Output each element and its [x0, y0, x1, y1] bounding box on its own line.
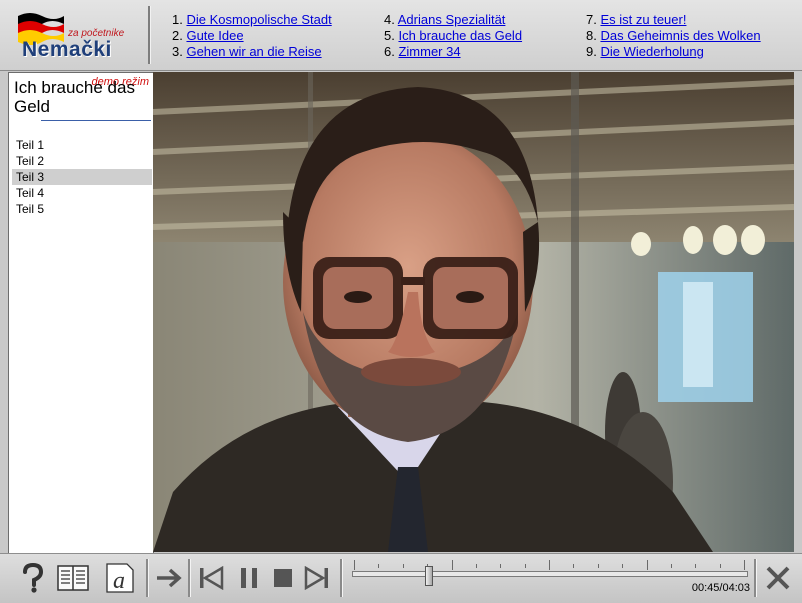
- chapter-number: 4.: [384, 12, 395, 27]
- pause-button[interactable]: [234, 562, 264, 594]
- chapter-2: 2. Gute Idee: [172, 28, 244, 44]
- player-toolbar: a: [0, 553, 802, 603]
- help-icon: [23, 563, 44, 593]
- video-frame[interactable]: [153, 72, 794, 552]
- app-logo: za početnike Nemački: [12, 8, 140, 64]
- pause-icon: [241, 568, 257, 588]
- seek-tick: [573, 564, 575, 568]
- seek-tick: [622, 564, 624, 568]
- chapter-link-3[interactable]: Gehen wir an die Reise: [186, 44, 321, 59]
- chapter-number: 5.: [384, 28, 395, 43]
- skip-back-icon: [200, 566, 224, 590]
- svg-text:a: a: [113, 568, 125, 594]
- chapter-link-9[interactable]: Die Wiederholung: [600, 44, 703, 59]
- seek-tick: [597, 564, 599, 568]
- stop-icon: [274, 569, 292, 587]
- text-button[interactable]: a: [104, 562, 136, 594]
- toolbar-separator: [340, 559, 343, 597]
- close-icon: [766, 566, 790, 590]
- chapter-4: 4. Adrians Spezialität: [384, 12, 505, 28]
- text-a-icon: a: [106, 563, 134, 594]
- logo-title: Nemački: [22, 38, 112, 61]
- seek-tick: [475, 564, 477, 568]
- seek-tick: [378, 564, 380, 568]
- part-item-1[interactable]: Teil 1: [12, 137, 152, 153]
- book-icon: [57, 565, 89, 591]
- chapter-6: 6. Zimmer 34: [384, 44, 461, 60]
- chapter-link-2[interactable]: Gute Idee: [186, 28, 243, 43]
- header: za početnike Nemački 1. Die Kosmopolisch…: [0, 0, 802, 71]
- seek-tick: [744, 560, 745, 570]
- seek-tick: [646, 560, 648, 570]
- seek-thumb[interactable]: [424, 566, 433, 586]
- toolbar-separator: [146, 559, 149, 597]
- chapter-number: 7.: [586, 12, 597, 27]
- chapter-number: 3.: [172, 44, 183, 59]
- chapter-number: 8.: [586, 28, 597, 43]
- seek-tick: [549, 560, 550, 570]
- chapter-link-7[interactable]: Es ist zu teuer!: [600, 12, 686, 27]
- seek-tick: [670, 564, 672, 568]
- chapter-9: 9. Die Wiederholung: [586, 44, 704, 60]
- seek-tick: [451, 560, 453, 570]
- chapter-link-8[interactable]: Das Geheimnis des Wolken: [600, 28, 760, 43]
- stop-button[interactable]: [268, 562, 298, 594]
- video-still: [153, 72, 794, 552]
- skip-forward-icon: [304, 566, 328, 590]
- header-divider: [148, 6, 151, 64]
- part-item-5[interactable]: Teil 5: [12, 201, 152, 217]
- arrow-right-icon: [157, 568, 182, 588]
- part-item-2[interactable]: Teil 2: [12, 153, 152, 169]
- rewind-button[interactable]: [196, 562, 226, 594]
- seek-bar[interactable]: [352, 571, 748, 577]
- dictionary-button[interactable]: [56, 562, 90, 594]
- next-button[interactable]: [154, 562, 184, 594]
- chapter-5: 5. Ich brauche das Geld: [384, 28, 522, 44]
- chapter-link-6[interactable]: Zimmer 34: [398, 44, 460, 59]
- part-item-4[interactable]: Teil 4: [12, 185, 152, 201]
- chapter-link-1[interactable]: Die Kosmopolische Stadt: [186, 12, 331, 27]
- toolbar-separator: [188, 559, 191, 597]
- help-button[interactable]: [18, 562, 48, 594]
- forward-button[interactable]: [302, 562, 332, 594]
- chapter-number: 6.: [384, 44, 395, 59]
- chapter-7: 7. Es ist zu teuer!: [586, 12, 686, 28]
- chapter-number: 2.: [172, 28, 183, 43]
- chapter-3: 3. Gehen wir an die Reise: [172, 44, 322, 60]
- part-item-3[interactable]: Teil 3: [12, 169, 152, 185]
- parts-list: Teil 1 Teil 2 Teil 3 Teil 4 Teil 5: [12, 137, 152, 217]
- toolbar-separator: [754, 559, 757, 597]
- title-underline: [41, 120, 151, 121]
- chapter-number: 9.: [586, 44, 597, 59]
- close-button[interactable]: [762, 562, 794, 594]
- seek-tick: [524, 564, 526, 568]
- seek-tick: [402, 564, 404, 568]
- seek-tick: [354, 560, 355, 570]
- lesson-title: Ich brauche das Geld: [14, 78, 135, 116]
- time-display: 00:45/04:03: [691, 582, 750, 594]
- seek-tick: [719, 564, 721, 568]
- lesson-panel: demo režim Ich brauche das Geld Teil 1 T…: [8, 72, 154, 554]
- chapter-8: 8. Das Geheimnis des Wolken: [586, 28, 761, 44]
- chapter-link-4[interactable]: Adrians Spezialität: [398, 12, 506, 27]
- chapter-link-5[interactable]: Ich brauche das Geld: [398, 28, 522, 43]
- seek-tick: [500, 564, 502, 568]
- chapter-number: 1.: [172, 12, 183, 27]
- chapter-1: 1. Die Kosmopolische Stadt: [172, 12, 332, 28]
- seek-tick: [695, 564, 697, 568]
